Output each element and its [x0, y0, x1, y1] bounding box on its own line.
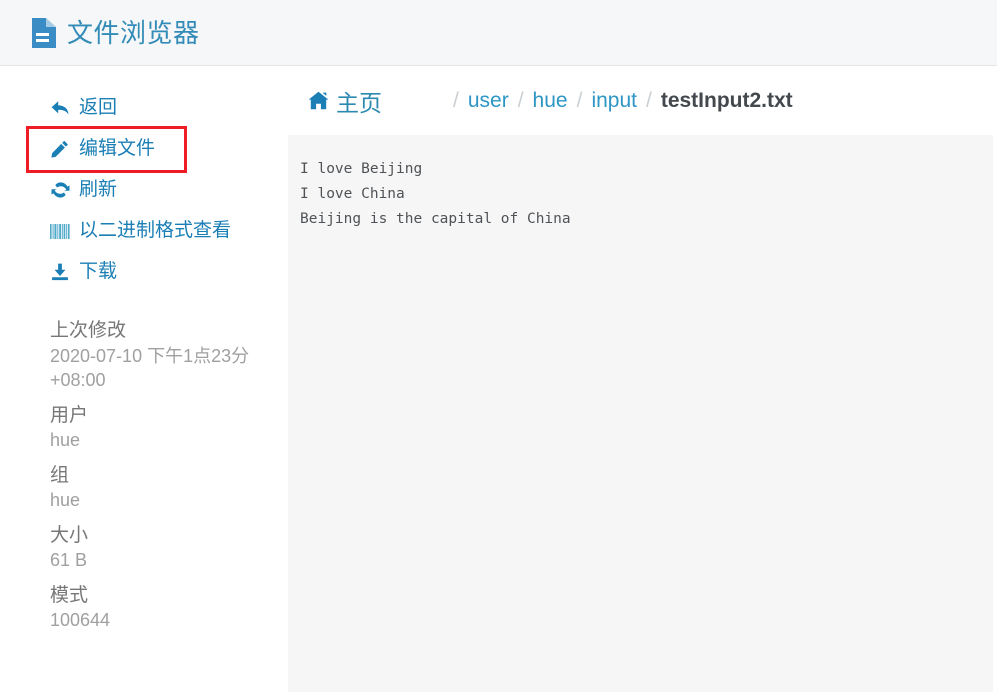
app-title: 文件浏览器: [30, 17, 200, 48]
barcode-icon: [50, 221, 70, 241]
metadata-value: 2020-07-10 下午1点23分 +08:00: [50, 346, 250, 391]
sidebar-item-label: 编辑文件: [79, 137, 156, 159]
metadata-label: 上次修改: [50, 320, 127, 342]
sidebar-item-view-binary[interactable]: 以二进制格式查看: [0, 211, 288, 252]
download-icon: [50, 262, 70, 282]
sidebar-item-back[interactable]: 返回: [0, 88, 288, 129]
metadata-label: 大小: [50, 524, 89, 546]
sidebar-item-label: 以二进制格式查看: [79, 219, 232, 241]
metadata-row: 大小 61 B: [50, 523, 264, 573]
breadcrumb-separator: /: [576, 88, 583, 112]
file-content-text: I love Beijing I love China Beijing is t…: [300, 161, 571, 227]
file-metadata-list: 上次修改 2020-07-10 下午1点23分 +08:00 用户 hue 组 …: [0, 318, 288, 632]
breadcrumb-separator: /: [517, 88, 524, 112]
sidebar-item-label: 刷新: [79, 178, 118, 200]
sidebar-item-edit-file[interactable]: 编辑文件: [26, 125, 187, 173]
sidebar-item-download[interactable]: 下载: [0, 252, 288, 293]
breadcrumb-separator: /: [645, 88, 652, 112]
metadata-label: 组: [50, 464, 70, 486]
metadata-label: 模式: [50, 584, 89, 606]
breadcrumb-home-label: 主页: [336, 89, 382, 116]
sidebar-item-refresh[interactable]: 刷新: [0, 170, 288, 211]
app-title-text: 文件浏览器: [67, 17, 200, 48]
breadcrumb-link-user[interactable]: user: [468, 89, 509, 113]
breadcrumb-link-hue[interactable]: hue: [533, 89, 568, 113]
metadata-value: hue: [50, 490, 81, 511]
page-body: 返回 编辑文件 刷新 以二进制格式查看 下载 上次修改 2020-07-10 下…: [0, 66, 997, 692]
app-header: 文件浏览器: [0, 0, 997, 66]
metadata-row: 用户 hue: [50, 403, 264, 453]
sidebar: 返回 编辑文件 刷新 以二进制格式查看 下载 上次修改 2020-07-10 下…: [0, 66, 288, 692]
breadcrumb-separator: /: [453, 88, 459, 112]
sidebar-item-label: 下载: [79, 260, 118, 282]
back-arrow-icon: [50, 98, 70, 118]
metadata-value: hue: [50, 430, 81, 451]
metadata-value: 61 B: [50, 550, 88, 571]
home-icon: [308, 91, 329, 110]
metadata-label: 用户: [50, 404, 89, 426]
sidebar-action-list: 返回 编辑文件 刷新 以二进制格式查看 下载: [0, 88, 288, 292]
refresh-icon: [50, 180, 70, 200]
main-content: 主页 / user / hue / input / testInput2.txt…: [288, 66, 997, 692]
breadcrumb-path: / user / hue / input / testInput2.txt: [444, 89, 793, 113]
metadata-value: 100644: [50, 610, 111, 631]
metadata-row: 模式 100644: [50, 583, 264, 633]
breadcrumb: 主页 / user / hue / input / testInput2.txt: [288, 66, 997, 135]
file-content-panel: I love Beijing I love China Beijing is t…: [288, 135, 993, 692]
breadcrumb-current-file: testInput2.txt: [660, 88, 793, 112]
pencil-icon: [50, 139, 70, 159]
breadcrumb-home-link[interactable]: 主页: [308, 84, 382, 118]
metadata-row: 组 hue: [50, 463, 264, 513]
breadcrumb-link-input[interactable]: input: [591, 89, 637, 113]
document-icon: [30, 17, 56, 48]
metadata-row: 上次修改 2020-07-10 下午1点23分 +08:00: [50, 318, 264, 392]
sidebar-item-label: 返回: [79, 97, 118, 118]
